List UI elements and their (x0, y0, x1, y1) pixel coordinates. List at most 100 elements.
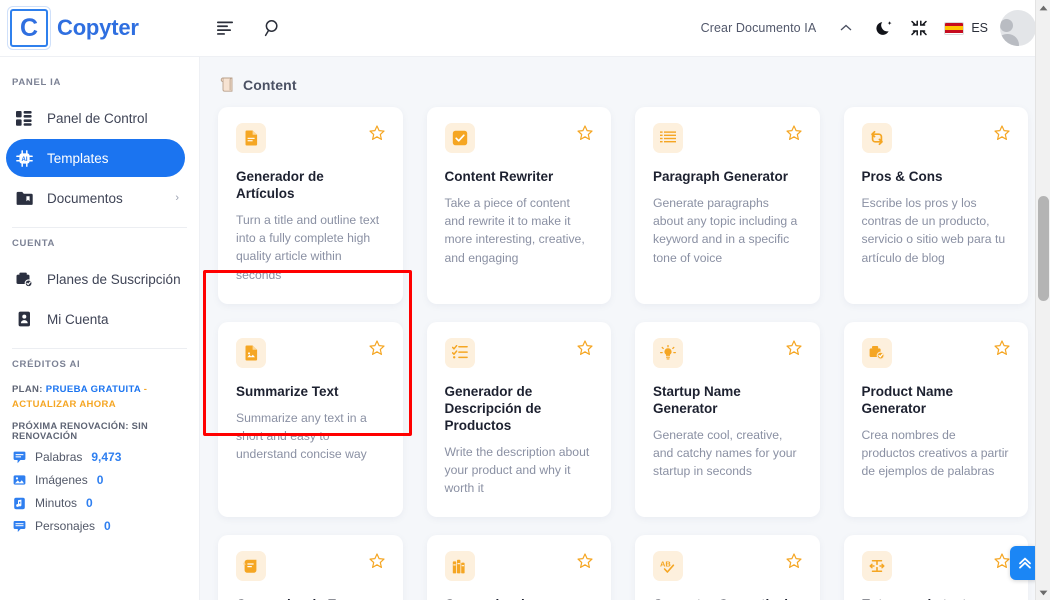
card-title: Content Rewriter (444, 169, 554, 184)
star-outline-icon[interactable] (368, 338, 385, 356)
brand-logo[interactable]: C Copyter (0, 9, 200, 47)
content-section-header: Content (220, 77, 1028, 93)
card-top (861, 123, 1011, 153)
card-description: Turn a title and outline text into a ful… (236, 212, 380, 282)
credit-label: Palabras (35, 450, 83, 465)
menu-lines-icon[interactable] (212, 15, 238, 41)
card-top (236, 123, 385, 153)
scrollbar-thumb[interactable] (1038, 196, 1049, 301)
characters-icon (12, 519, 26, 533)
credit-value: 0 (104, 519, 111, 534)
sidebar-section-panel-label: PANEL IA (12, 77, 62, 88)
create-document-button[interactable]: Crear Documento IA (701, 21, 817, 35)
star-outline-icon[interactable] (994, 551, 1010, 569)
star-outline-icon[interactable] (785, 123, 802, 141)
vertical-scrollbar[interactable] (1035, 0, 1050, 600)
sidebar-item-panel-de-control[interactable]: Panel de Control (6, 99, 185, 137)
image-icon (12, 473, 26, 487)
card-title: Pros & Cons (861, 169, 943, 184)
plan-prefix: PLAN: (12, 384, 43, 395)
templates-grid-row-3: Generador de Ensayos Crea ensayos académ… (218, 535, 1028, 600)
compress-icon[interactable] (902, 19, 936, 37)
plan-separator: - (143, 384, 148, 395)
template-card[interactable]: Product Name Generator Crea nombres de p… (843, 321, 1028, 518)
spain-flag-icon (944, 21, 965, 35)
credit-row: Personajes 0 (12, 519, 187, 533)
sidebar-divider (12, 227, 187, 228)
sidebar-item-label: Mi Cuenta (47, 311, 109, 327)
template-card[interactable]: Generador de Descripción de Productos Wr… (426, 321, 611, 518)
template-card[interactable]: Generador de Ensayos Crea ensayos académ… (218, 535, 403, 600)
chevron-up-icon[interactable] (816, 24, 868, 32)
credit-label: Personajes (35, 519, 96, 534)
credit-value: 9,473 (91, 450, 122, 465)
sidebar-item-templates[interactable]: AI Templates (6, 139, 185, 177)
card-description: Write the description about your product… (444, 444, 590, 496)
card-description: Generate cool, creative, and catchy name… (653, 427, 797, 479)
star-outline-icon[interactable] (577, 123, 593, 141)
card-top (444, 123, 594, 153)
credit-row: Imágenes 0 (12, 473, 187, 487)
card-top (653, 337, 802, 368)
star-outline-icon[interactable] (994, 123, 1010, 141)
template-card[interactable]: Content Rewriter Take a piece of content… (426, 107, 611, 304)
scroll-down-arrow-icon[interactable] (1036, 585, 1050, 600)
scroll-up-arrow-icon[interactable] (1036, 0, 1050, 15)
header-tools (200, 15, 286, 41)
template-card[interactable]: Startup Name Generator Generate cool, cr… (635, 321, 820, 518)
dashboard-grid-icon (14, 110, 34, 126)
star-outline-icon[interactable] (368, 123, 385, 141)
card-top (861, 337, 1011, 368)
expand-text-icon (861, 551, 892, 582)
plan-value[interactable]: PRUEBA GRATUITA (46, 384, 141, 395)
folder-bookmark-icon (14, 191, 34, 206)
star-outline-icon[interactable] (994, 338, 1010, 356)
template-card[interactable]: Pros & Cons Escribe los pros y los contr… (843, 107, 1028, 304)
audio-icon (12, 496, 26, 510)
brand-name: Copyter (57, 15, 139, 40)
sidebar-item-documentos[interactable]: Documentos › (6, 179, 185, 217)
template-card-summarize-text[interactable]: Summarize Text Summarize any text in a s… (218, 321, 403, 518)
credit-row: Minutos 0 (12, 496, 187, 510)
main-content: Content Generador de Artículos Turn a ti… (200, 57, 1050, 600)
search-icon[interactable] (260, 15, 286, 41)
card-title: Generador de Artículos (236, 169, 324, 201)
sidebar-item-planes-de-suscripcion[interactable]: Planes de Suscripción (6, 260, 185, 298)
id-card-icon (14, 311, 34, 327)
card-title: Generador de Descripción de Productos (444, 383, 542, 433)
app-root: C Copyter Crear Documento IA ES PANEL IA… (0, 0, 1050, 600)
document-image-icon (236, 337, 266, 368)
card-top (861, 551, 1011, 582)
language-selector[interactable]: ES (936, 21, 1000, 35)
star-outline-icon[interactable] (577, 551, 593, 569)
template-card[interactable]: Generador de Artículos Turn a title and … (218, 107, 403, 304)
subscription-card-icon (14, 272, 34, 287)
card-title: Product Name Generator (861, 383, 954, 416)
moon-star-icon[interactable] (868, 19, 902, 37)
card-title: Startup Name Generator (653, 383, 741, 416)
template-card[interactable]: Paragraph Generator Generate paragraphs … (635, 107, 820, 304)
star-outline-icon[interactable] (577, 338, 593, 356)
templates-grid-row-1: Generador de Artículos Turn a title and … (218, 107, 1028, 304)
sidebar-item-label: Documentos (47, 190, 123, 206)
card-title: Summarize Text (236, 383, 339, 399)
templates-grid-row-2: Summarize Text Summarize any text in a s… (218, 321, 1028, 518)
content-title: Content (243, 77, 297, 93)
card-description: Escribe los pros y los contras de un pro… (861, 195, 1006, 265)
body-container: PANEL IA Panel de Control AI Templates D… (0, 57, 1050, 600)
star-outline-icon[interactable] (785, 338, 802, 356)
template-card[interactable]: Extensor de texto Amplíe sus frases con … (843, 535, 1028, 600)
template-card[interactable]: AB Corrector Gramatical Asegúrese de que… (635, 535, 820, 600)
card-top (444, 551, 594, 582)
avatar[interactable] (1000, 10, 1036, 46)
star-outline-icon[interactable] (785, 551, 802, 569)
plan-upgrade-link[interactable]: ACTUALIZAR AHORA (12, 399, 116, 410)
sidebar-item-mi-cuenta[interactable]: Mi Cuenta (6, 300, 185, 338)
card-top (236, 337, 385, 368)
logo-box-icon: C (10, 9, 48, 47)
sidebar-item-label: Panel de Control (47, 110, 148, 126)
renewal-text: PRÓXIMA RENOVACIÓN: SIN RENOVACIÓN (12, 421, 149, 442)
template-card[interactable]: Generador de Historias Permita que la IA… (426, 535, 611, 600)
star-outline-icon[interactable] (368, 551, 385, 569)
svg-text:AI: AI (21, 157, 27, 163)
